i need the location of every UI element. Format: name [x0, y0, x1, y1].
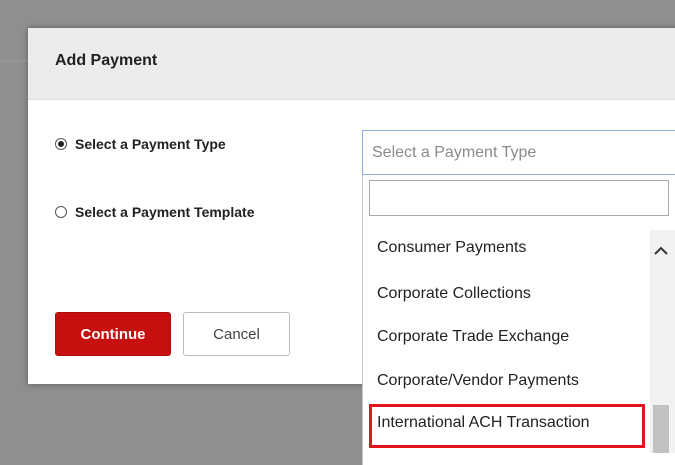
payment-type-radio[interactable]: [55, 138, 67, 150]
dropdown-search-input[interactable]: [369, 180, 669, 216]
dropdown-option-corporate-trade-exchange[interactable]: Corporate Trade Exchange: [369, 318, 649, 356]
dropdown-option-corporate-vendor-payments[interactable]: Corporate/Vendor Payments: [369, 362, 649, 400]
modal-header: Add Payment: [28, 28, 675, 100]
cancel-button[interactable]: Cancel: [183, 312, 290, 356]
dropdown-option-consumer-payments[interactable]: Consumer Payments: [369, 229, 649, 267]
continue-button[interactable]: Continue: [55, 312, 171, 356]
payment-template-radio[interactable]: [55, 206, 67, 218]
dropdown-option-international-ach[interactable]: International ACH Transaction: [369, 404, 645, 448]
payment-template-radio-option[interactable]: Select a Payment Template: [55, 204, 254, 220]
payment-template-radio-label: Select a Payment Template: [75, 204, 255, 220]
dropdown-option-corporate-collections[interactable]: Corporate Collections: [369, 275, 649, 313]
payment-type-radio-option[interactable]: Select a Payment Type: [55, 136, 226, 152]
payment-type-radio-label: Select a Payment Type: [75, 136, 226, 152]
chevron-up-icon[interactable]: [652, 242, 670, 260]
scrollbar-thumb[interactable]: [653, 405, 669, 453]
modal-title: Add Payment: [55, 52, 158, 69]
payment-type-select[interactable]: Select a Payment Type: [362, 130, 675, 175]
